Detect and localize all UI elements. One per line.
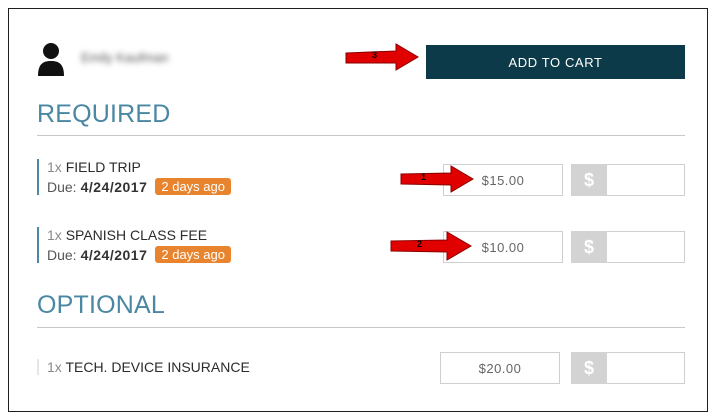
overdue-badge: 2 days ago [155,246,231,263]
overdue-badge: 2 days ago [155,178,231,195]
callout-number-1: 1 [421,172,427,182]
dollar-sign-icon: $ [571,352,607,384]
payment-amount-input-field-trip[interactable] [607,164,685,196]
item-name: FIELD TRIP [65,159,141,175]
payment-input-group-tech-device-insurance: $ [571,352,685,384]
dollar-sign-icon: $ [571,231,607,263]
price-box-tech-device-insurance: $20.00 [440,352,560,384]
add-to-cart-button[interactable]: ADD TO CART [426,45,685,79]
user-icon [38,43,64,76]
optional-divider [37,327,685,328]
user-name: Emily Kaufman [81,50,169,65]
required-section-title: REQUIRED [37,100,171,128]
callout-arrow-1 [400,165,474,193]
callout-number-3: 3 [372,50,378,60]
payment-amount-input-spanish-class-fee[interactable] [607,231,685,263]
item-qty: 1x [47,359,62,375]
item-qty: 1x [47,159,62,175]
payment-input-group-spanish-class-fee: $ [571,231,685,263]
list-item-tech-device-insurance: 1x TECH. DEVICE INSURANCE [37,359,250,375]
dollar-sign-icon: $ [571,164,607,196]
item-qty: 1x [47,227,62,243]
due-label: Due: [47,246,77,263]
item-name: SPANISH CLASS FEE [65,227,208,243]
list-item-spanish-class-fee: 1x SPANISH CLASS FEE Due: 4/24/2017 2 da… [37,227,231,263]
payment-input-group-field-trip: $ [571,164,685,196]
payment-panel: Emily Kaufman ADD TO CART REQUIRED 1x FI… [8,8,708,412]
required-divider [37,135,685,136]
callout-number-2: 2 [417,239,423,249]
callout-arrow-2 [390,231,472,261]
due-label: Due: [47,178,77,195]
payment-amount-input-tech-device-insurance[interactable] [607,352,685,384]
list-item-field-trip: 1x FIELD TRIP Due: 4/24/2017 2 days ago [37,159,231,195]
item-name: TECH. DEVICE INSURANCE [65,359,250,375]
callout-arrow-3 [345,43,419,71]
due-date: 4/24/2017 [80,178,148,195]
optional-section-title: OPTIONAL [37,291,166,319]
due-date: 4/24/2017 [80,246,148,263]
